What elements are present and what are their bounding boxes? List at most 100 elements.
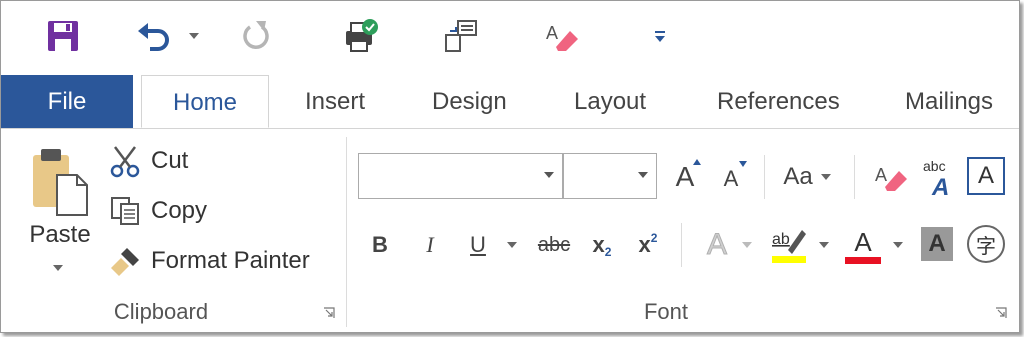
undo-dropdown[interactable]	[183, 11, 205, 61]
text-effects-abc-button[interactable]: abc A	[919, 153, 957, 201]
font-name-combo[interactable]	[358, 153, 563, 199]
underline-button[interactable]: U	[463, 225, 493, 265]
italic-icon: I	[426, 232, 434, 257]
eraser-icon: A	[546, 23, 578, 51]
highlight-button[interactable]: ab	[769, 223, 809, 267]
customize-dropdown-icon	[655, 31, 665, 42]
touch-mode-button[interactable]	[439, 11, 481, 61]
subscript-icon: x	[592, 232, 605, 257]
separator	[681, 223, 682, 267]
tab-layout[interactable]: Layout	[574, 75, 646, 128]
grow-font-button[interactable]: A	[667, 157, 703, 197]
clear-formatting-icon: A	[875, 165, 907, 191]
paste-button[interactable]: Paste	[23, 143, 93, 293]
tab-file[interactable]: File	[1, 75, 133, 128]
tab-design[interactable]: Design	[432, 75, 507, 128]
text-effects-button[interactable]: A	[697, 225, 737, 265]
enclose-characters-button[interactable]: 字	[967, 225, 1005, 263]
undo-icon	[138, 23, 169, 51]
superscript-button[interactable]: x 2	[631, 225, 665, 265]
group-divider	[346, 137, 347, 327]
strikethrough-button[interactable]: abc	[531, 225, 577, 265]
tab-references[interactable]: References	[717, 75, 840, 128]
format-painter-button[interactable]: Format Painter	[109, 241, 310, 281]
tab-mailings[interactable]: Mailings	[905, 75, 993, 128]
scissors-icon	[109, 144, 143, 178]
paste-label: Paste	[29, 221, 91, 248]
undo-button[interactable]	[134, 11, 174, 61]
chevron-down-icon	[742, 242, 752, 248]
grow-font-icon: A	[675, 161, 695, 192]
svg-text:A: A	[931, 174, 949, 199]
separator	[854, 155, 855, 199]
quick-print-button[interactable]	[339, 11, 381, 61]
text-effects-icon: A	[706, 228, 727, 262]
triangle-down-icon	[739, 161, 747, 167]
highlight-dropdown[interactable]	[815, 225, 833, 265]
italic-button[interactable]: I	[415, 225, 445, 265]
chevron-down-icon	[638, 172, 648, 178]
character-border-button[interactable]: A	[967, 157, 1005, 195]
font-dialog-launcher-icon[interactable]	[995, 307, 1007, 319]
highlighter-icon: ab	[772, 230, 806, 263]
tab-insert[interactable]: Insert	[305, 75, 365, 128]
subscript-button[interactable]: x 2	[585, 225, 619, 265]
font-group-label: Font	[643, 299, 689, 324]
clipboard-dialog-launcher-icon[interactable]	[323, 307, 335, 319]
font-color-dropdown[interactable]	[889, 225, 907, 265]
tab-home[interactable]: Home	[141, 75, 269, 128]
ribbon-tabs: File Home Insert Design Layout Reference…	[1, 75, 1019, 129]
clear-formatting-button[interactable]: A	[871, 155, 911, 199]
clipboard-icon	[33, 149, 88, 216]
word-window: A File Home Insert Design Layout Referen…	[0, 0, 1020, 333]
character-shading-button[interactable]: A	[921, 227, 953, 261]
superscript-icon: x	[638, 232, 651, 257]
shrink-font-icon: A	[723, 166, 739, 191]
save-button[interactable]	[39, 11, 87, 61]
underline-icon: U	[470, 232, 486, 257]
cut-button[interactable]: Cut	[109, 141, 188, 181]
redo-button[interactable]	[237, 11, 277, 61]
format-painter-label: Format Painter	[151, 247, 310, 274]
chevron-down-icon	[53, 265, 63, 271]
chevron-down-icon	[893, 242, 903, 248]
enclose-characters-icon: 字	[976, 235, 996, 258]
clear-formatting-qat-button[interactable]: A	[541, 11, 583, 61]
document-send-icon	[445, 20, 477, 52]
change-case-icon: Aa	[783, 163, 813, 190]
redo-icon	[243, 21, 269, 49]
shrink-font-button[interactable]: A	[715, 161, 747, 197]
separator	[764, 155, 765, 199]
chevron-down-icon	[544, 172, 554, 178]
chevron-down-icon	[819, 242, 829, 248]
paintbrush-icon	[109, 244, 143, 278]
customize-qat-button[interactable]	[649, 11, 671, 61]
font-color-swatch	[845, 256, 881, 264]
save-icon	[48, 21, 78, 51]
strikethrough-icon: abc	[537, 233, 571, 256]
character-shading-icon: A	[928, 230, 946, 257]
svg-text:ab: ab	[772, 231, 790, 248]
text-effects-dropdown[interactable]	[739, 225, 755, 265]
abc-style-icon: abc A	[923, 158, 949, 199]
chevron-down-icon	[820, 174, 831, 180]
copy-button[interactable]: Copy	[109, 191, 207, 231]
triangle-up-icon	[693, 159, 701, 165]
bold-button[interactable]: B	[365, 225, 395, 265]
font-color-button[interactable]: A	[843, 223, 883, 267]
font-size-combo[interactable]	[563, 153, 657, 199]
underline-dropdown[interactable]	[501, 225, 523, 265]
svg-text:A: A	[546, 23, 558, 43]
cut-label: Cut	[151, 147, 189, 174]
printer-icon	[346, 19, 378, 52]
svg-text:abc: abc	[923, 158, 946, 174]
bold-icon: B	[372, 232, 388, 257]
chevron-down-icon	[189, 33, 199, 39]
ribbon-home-panel: Paste Cut Copy Format Painter Clipboard …	[1, 129, 1019, 332]
chevron-down-icon	[507, 242, 517, 248]
character-border-icon: A	[977, 162, 994, 189]
svg-text:A: A	[875, 165, 887, 185]
change-case-button[interactable]: Aa	[777, 157, 837, 197]
copy-label: Copy	[151, 197, 208, 224]
font-color-icon: A	[854, 226, 872, 257]
